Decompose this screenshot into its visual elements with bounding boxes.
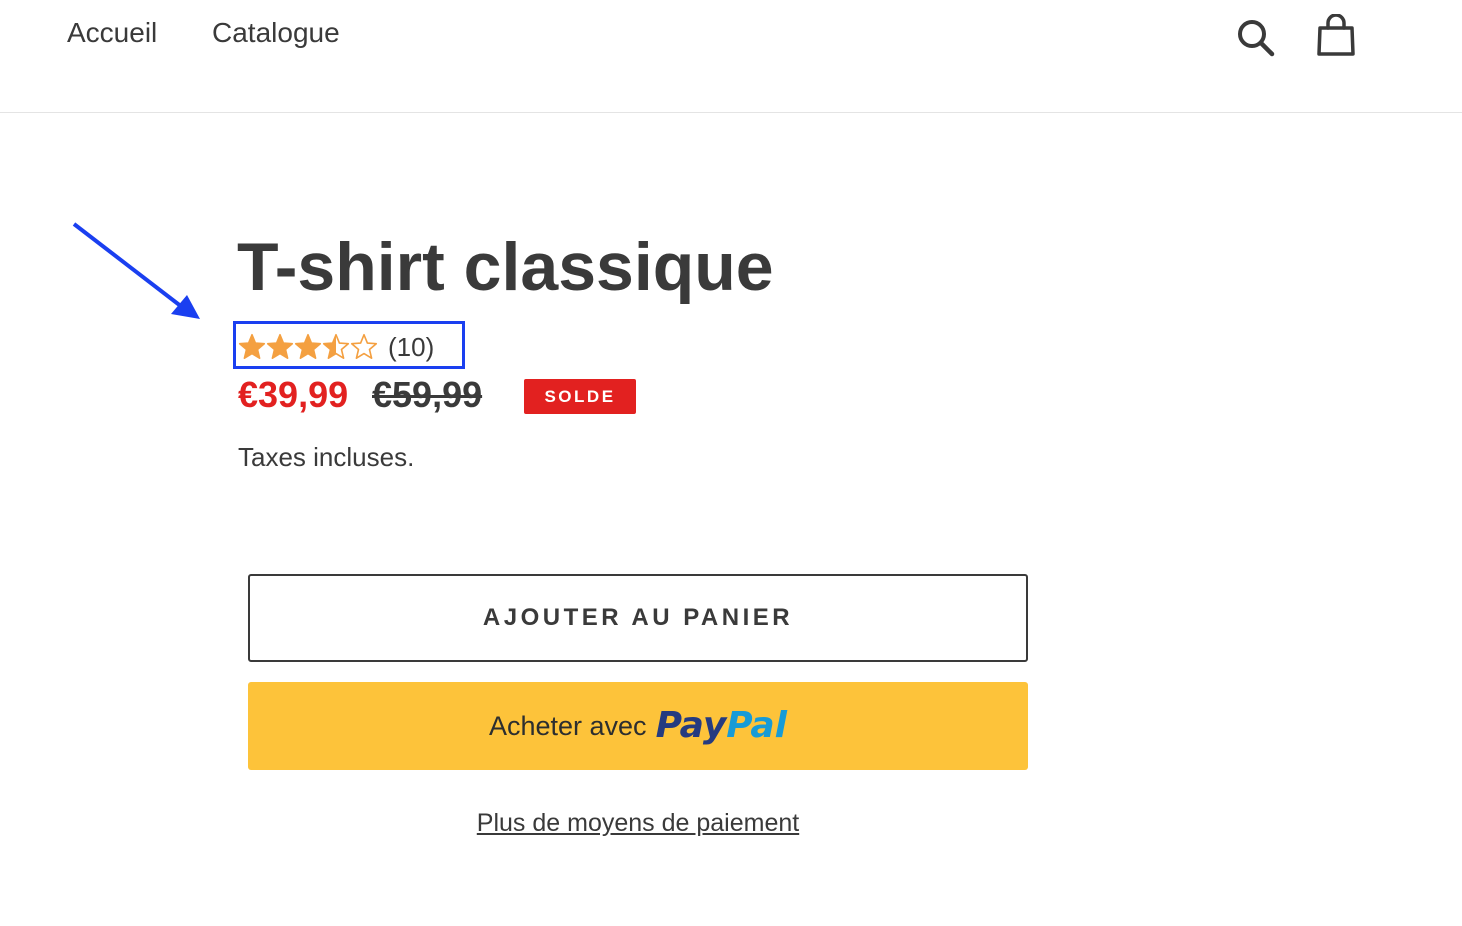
header-divider xyxy=(0,112,1462,113)
star-half-icon xyxy=(322,333,350,360)
sale-price: €39,99 xyxy=(238,374,349,415)
rating-stars xyxy=(238,333,378,361)
regular-price: €59,99 xyxy=(372,374,483,415)
search-icon[interactable] xyxy=(1236,18,1276,63)
add-to-cart-button[interactable]: AJOUTER AU PANIER xyxy=(248,574,1028,662)
rating-count: (10) xyxy=(388,332,435,362)
product-page: Accueil Catalogue T-shirt classique (10)… xyxy=(0,0,1462,926)
nav-link-catalogue[interactable]: Catalogue xyxy=(212,15,340,51)
cart-icon[interactable] xyxy=(1316,13,1356,61)
star-empty-icon xyxy=(350,333,378,360)
paypal-logo: PayPal xyxy=(655,705,788,746)
star-full-icon xyxy=(294,333,322,360)
tax-note: Taxes incluses. xyxy=(238,442,415,472)
product-title: T-shirt classique xyxy=(237,229,774,305)
star-full-icon xyxy=(266,333,294,360)
more-payment-options-link[interactable]: Plus de moyens de paiement xyxy=(248,806,1028,840)
star-full-icon xyxy=(238,333,266,360)
paypal-checkout-button[interactable]: Acheter avec PayPal xyxy=(248,682,1028,770)
sale-badge: SOLDE xyxy=(524,379,636,414)
paypal-button-label: Acheter avec xyxy=(488,710,647,741)
annotation-arrow xyxy=(72,222,200,319)
nav-link-accueil[interactable]: Accueil xyxy=(67,15,157,51)
product-rating[interactable]: (10) xyxy=(238,330,434,364)
